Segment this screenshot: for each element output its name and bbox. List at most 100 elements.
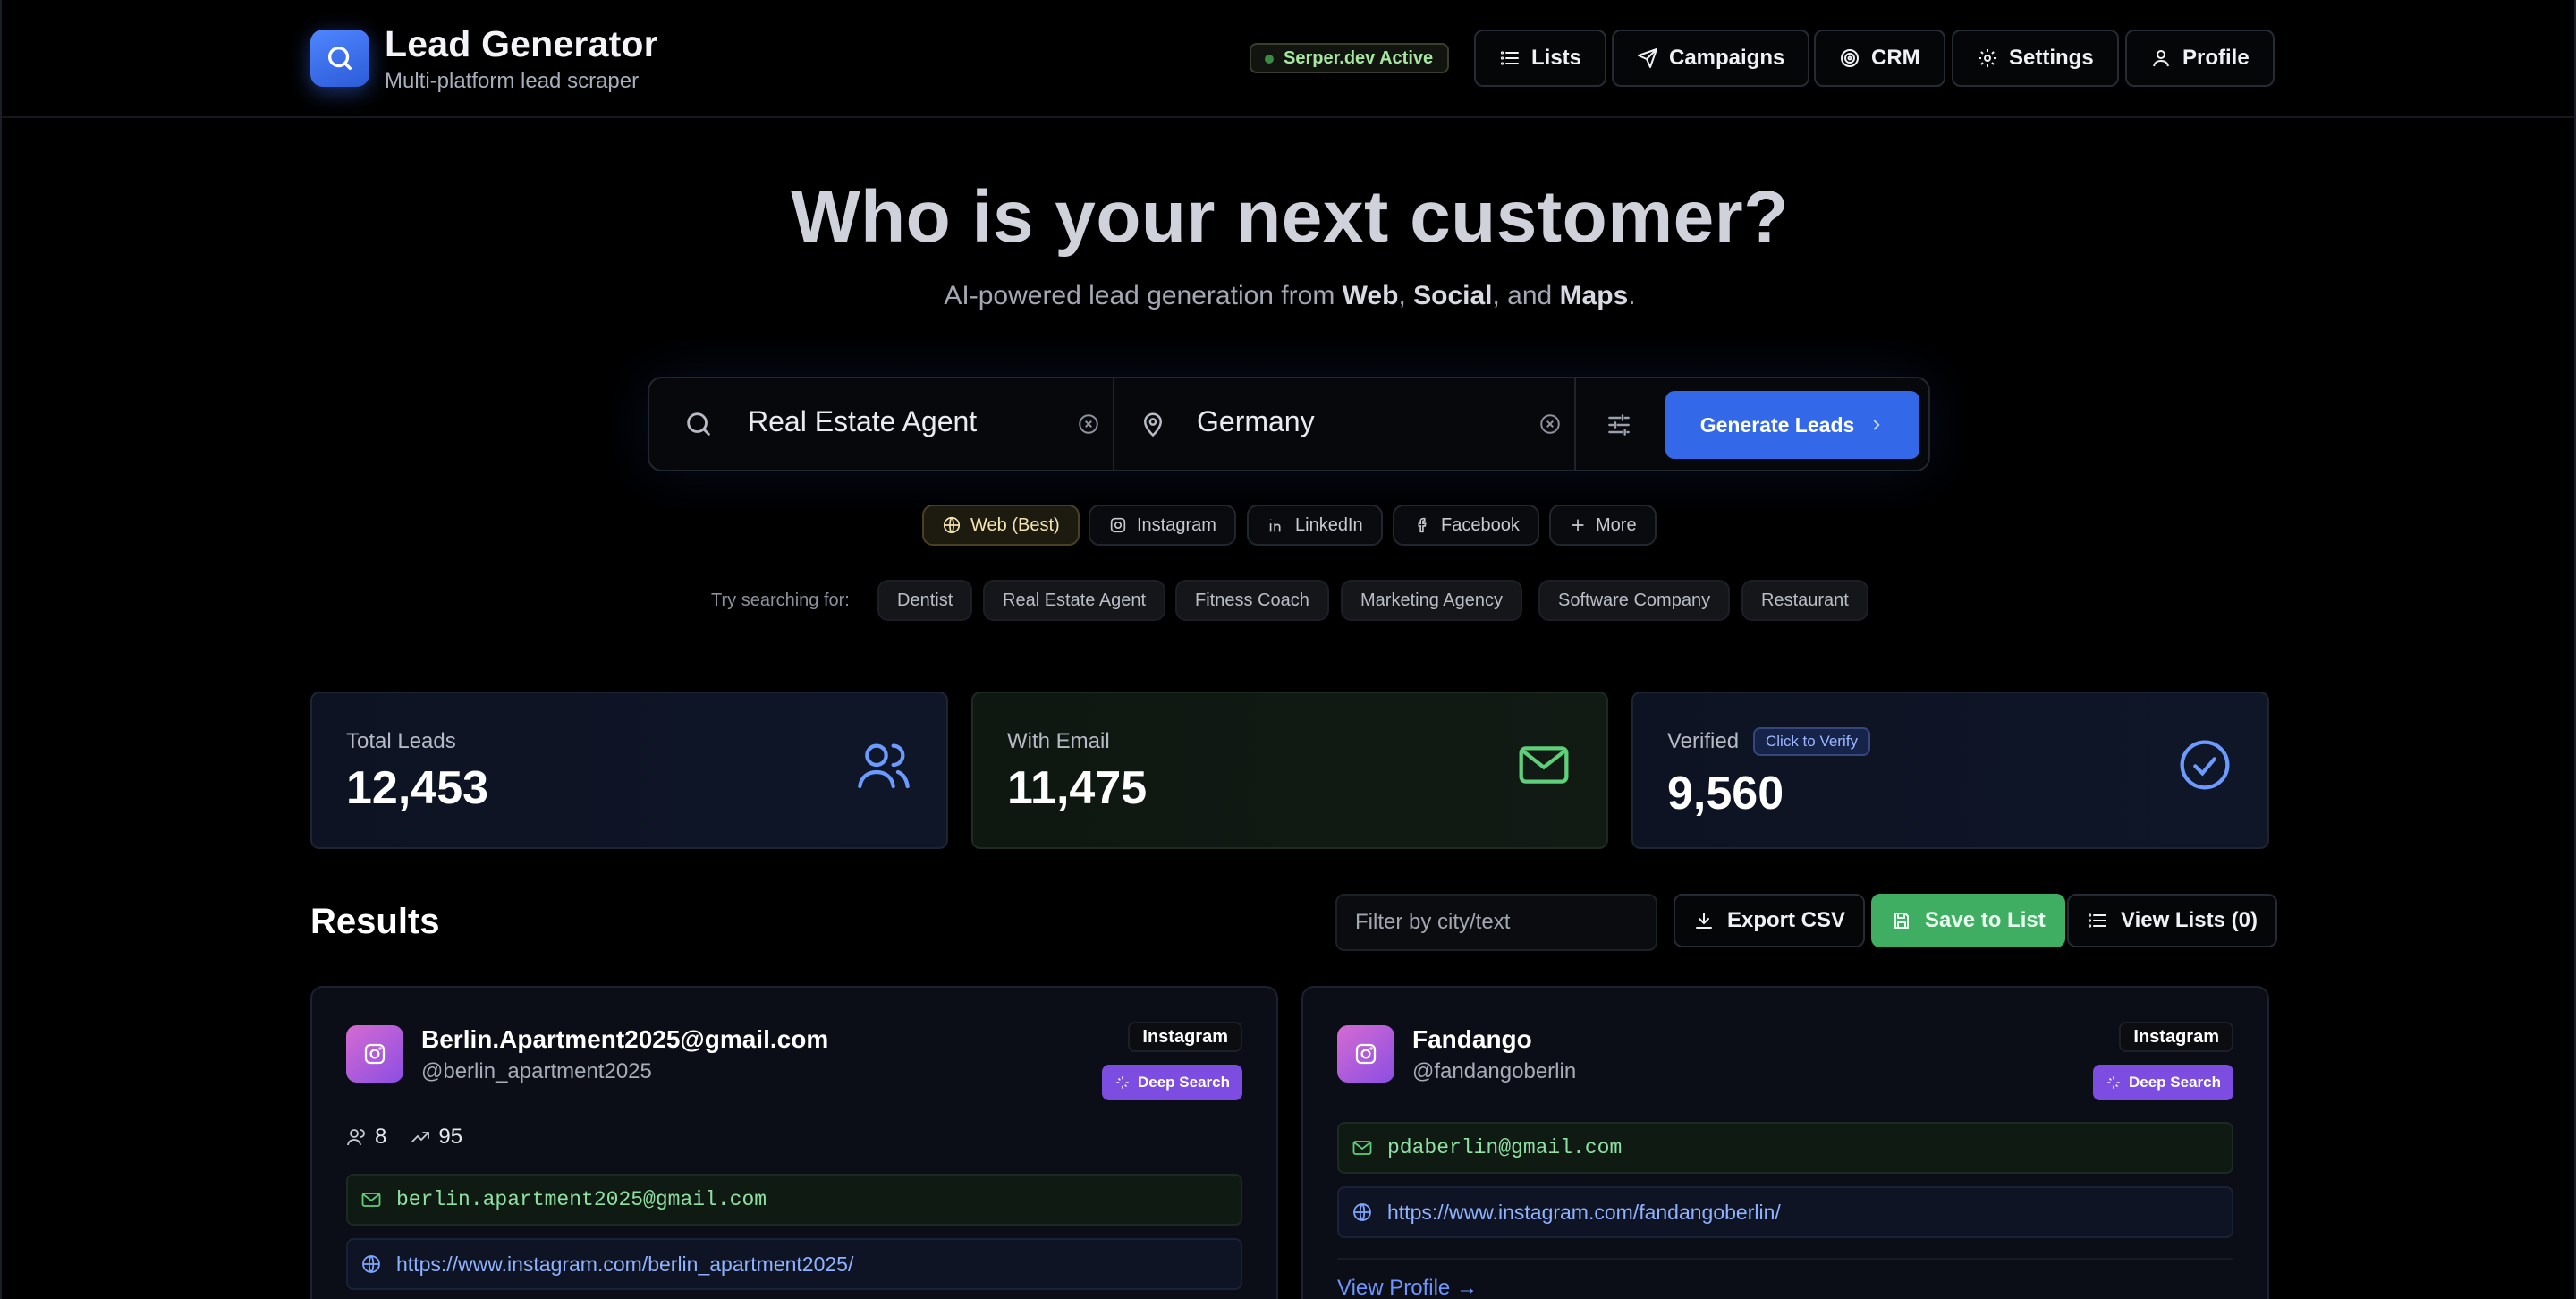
platform-linkedin-label: LinkedIn xyxy=(1295,514,1363,535)
nav-settings-label: Settings xyxy=(2009,46,2094,70)
nav-settings-button[interactable]: Settings xyxy=(1952,30,2119,87)
instagram-icon xyxy=(364,1043,386,1065)
email-value: pdaberlin@gmail.com xyxy=(1387,1136,1623,1159)
clear-location-icon[interactable] xyxy=(1538,412,1562,436)
stat-verified-value: 9,560 xyxy=(1667,768,1784,819)
status-text: Serper.dev Active xyxy=(1284,48,1434,68)
suggestion-real-estate-agent[interactable]: Real Estate Agent xyxy=(983,580,1166,621)
lead-card[interactable]: Fandango @fandangoberlin Instagram Deep … xyxy=(1301,986,2269,1299)
lead-handle: @berlin_apartment2025 xyxy=(421,1059,652,1083)
email-value: berlin.apartment2025@gmail.com xyxy=(396,1188,767,1211)
hero-sub-and: , and xyxy=(1492,281,1560,310)
click-to-verify-button[interactable]: Click to Verify xyxy=(1753,727,1870,756)
stat-verified-label: Verified xyxy=(1667,729,1740,753)
nav-campaigns-button[interactable]: Campaigns xyxy=(1612,30,1810,87)
clear-query-icon[interactable] xyxy=(1077,412,1100,436)
card-divider xyxy=(1337,1258,2233,1260)
globe-icon xyxy=(1353,1203,1371,1221)
export-csv-button[interactable]: Export CSV xyxy=(1674,894,1866,947)
location-input[interactable]: Germany xyxy=(1197,405,1315,438)
nav-profile-button[interactable]: Profile xyxy=(2125,30,2275,87)
stat-verified: Verified Click to Verify 9,560 xyxy=(1631,692,2269,849)
suggestion-fitness-coach[interactable]: Fitness Coach xyxy=(1175,580,1329,621)
nav-campaigns-label: Campaigns xyxy=(1669,46,1785,70)
nav-lists-button[interactable]: Lists xyxy=(1474,30,1607,87)
score-value: 95 xyxy=(438,1125,463,1149)
deep-search-label: Deep Search xyxy=(1138,1074,1230,1091)
view-profile-link[interactable]: View Profile → xyxy=(1337,1276,1478,1299)
user-icon xyxy=(2153,50,2169,67)
target-icon xyxy=(1841,49,1859,67)
stat-email-label: With Email xyxy=(1007,729,1110,753)
platform-facebook-label: Facebook xyxy=(1441,514,1520,535)
globe-icon xyxy=(943,516,961,534)
export-csv-label: Export CSV xyxy=(1727,908,1846,932)
url-value: https://www.instagram.com/berlin_apartme… xyxy=(396,1252,854,1276)
lead-card[interactable]: Berlin.Apartment2025@gmail.com @berlin_a… xyxy=(310,986,1278,1299)
list-icon xyxy=(1500,51,1519,65)
platform-web-label: Web (Best) xyxy=(970,514,1060,535)
hero-subtitle: AI-powered lead generation from Web, Soc… xyxy=(2,281,2576,311)
email-row[interactable]: pdaberlin@gmail.com xyxy=(1337,1122,2233,1174)
suggestions-label: Try searching for: xyxy=(711,590,850,610)
globe-icon xyxy=(362,1255,380,1273)
suggestion-dentist[interactable]: Dentist xyxy=(877,580,973,621)
nav-profile-label: Profile xyxy=(2182,46,2250,70)
score-metric: 95 xyxy=(410,1125,462,1150)
email-row[interactable]: berlin.apartment2025@gmail.com xyxy=(346,1174,1242,1226)
generate-leads-button[interactable]: Generate Leads xyxy=(1665,391,1919,459)
mail-icon xyxy=(361,1193,381,1207)
deep-search-button[interactable]: Deep Search xyxy=(1102,1065,1242,1100)
stat-total-label: Total Leads xyxy=(346,729,456,753)
trending-up-icon xyxy=(411,1132,430,1142)
mail-icon xyxy=(1352,1141,1372,1155)
mail-icon xyxy=(1519,746,1569,784)
save-to-list-label: Save to List xyxy=(1925,908,2046,932)
app-frame: Lead Generator Multi-platform lead scrap… xyxy=(0,0,2576,1299)
url-row[interactable]: https://www.instagram.com/fandangoberlin… xyxy=(1337,1186,2233,1238)
view-lists-label: View Lists (0) xyxy=(2121,908,2258,932)
status-dot-icon xyxy=(1265,55,1274,64)
instagram-icon xyxy=(1110,517,1126,533)
platform-web-pill[interactable]: Web (Best) xyxy=(922,505,1080,546)
url-row[interactable]: https://www.instagram.com/berlin_apartme… xyxy=(346,1238,1242,1290)
sparkle-icon xyxy=(1116,1076,1129,1089)
view-lists-button[interactable]: View Lists (0) xyxy=(2067,894,2277,947)
platform-facebook-pill[interactable]: Facebook xyxy=(1393,505,1539,546)
query-input[interactable]: Real Estate Agent xyxy=(748,405,977,438)
platform-more-pill[interactable]: More xyxy=(1549,505,1657,546)
suggestion-software-company[interactable]: Software Company xyxy=(1538,580,1731,621)
lead-name: Fandango xyxy=(1412,1025,1532,1053)
lead-name: Berlin.Apartment2025@gmail.com xyxy=(421,1025,829,1053)
suggestion-restaurant[interactable]: Restaurant xyxy=(1741,580,1868,621)
stat-total-leads: Total Leads 12,453 xyxy=(310,692,948,849)
save-to-list-button[interactable]: Save to List xyxy=(1871,894,2065,947)
lead-metrics: 8 95 xyxy=(346,1125,462,1150)
deep-search-button[interactable]: Deep Search xyxy=(2093,1065,2233,1100)
hero-title: Who is your next customer? xyxy=(791,176,1789,258)
sliders-icon[interactable] xyxy=(1605,411,1633,439)
source-badge: Instagram xyxy=(1128,1022,1242,1052)
suggestion-marketing-agency[interactable]: Marketing Agency xyxy=(1341,580,1522,621)
followers-value: 8 xyxy=(375,1125,387,1149)
check-circle-icon xyxy=(2180,740,2230,790)
gear-icon xyxy=(1979,49,1996,67)
lead-handle: @fandangoberlin xyxy=(1412,1059,1577,1083)
hero-sub-maps: Maps xyxy=(1559,281,1629,310)
plus-icon xyxy=(1572,519,1584,531)
nav-crm-button[interactable]: CRM xyxy=(1814,30,1945,87)
deep-search-label: Deep Search xyxy=(2129,1074,2221,1091)
map-pin-icon xyxy=(1143,412,1163,437)
instagram-avatar xyxy=(346,1025,403,1082)
app-logo xyxy=(310,30,369,87)
url-value: https://www.instagram.com/fandangoberlin… xyxy=(1387,1200,1781,1224)
search-icon xyxy=(327,46,352,71)
search-icon xyxy=(687,412,710,436)
filter-input[interactable] xyxy=(1335,894,1657,951)
instagram-avatar xyxy=(1337,1025,1394,1082)
stat-with-email: With Email 11,475 xyxy=(971,692,1608,849)
platform-linkedin-pill[interactable]: LinkedIn xyxy=(1247,505,1383,546)
send-icon xyxy=(1638,48,1657,68)
results-title: Results xyxy=(310,902,440,941)
platform-instagram-pill[interactable]: Instagram xyxy=(1089,505,1236,546)
